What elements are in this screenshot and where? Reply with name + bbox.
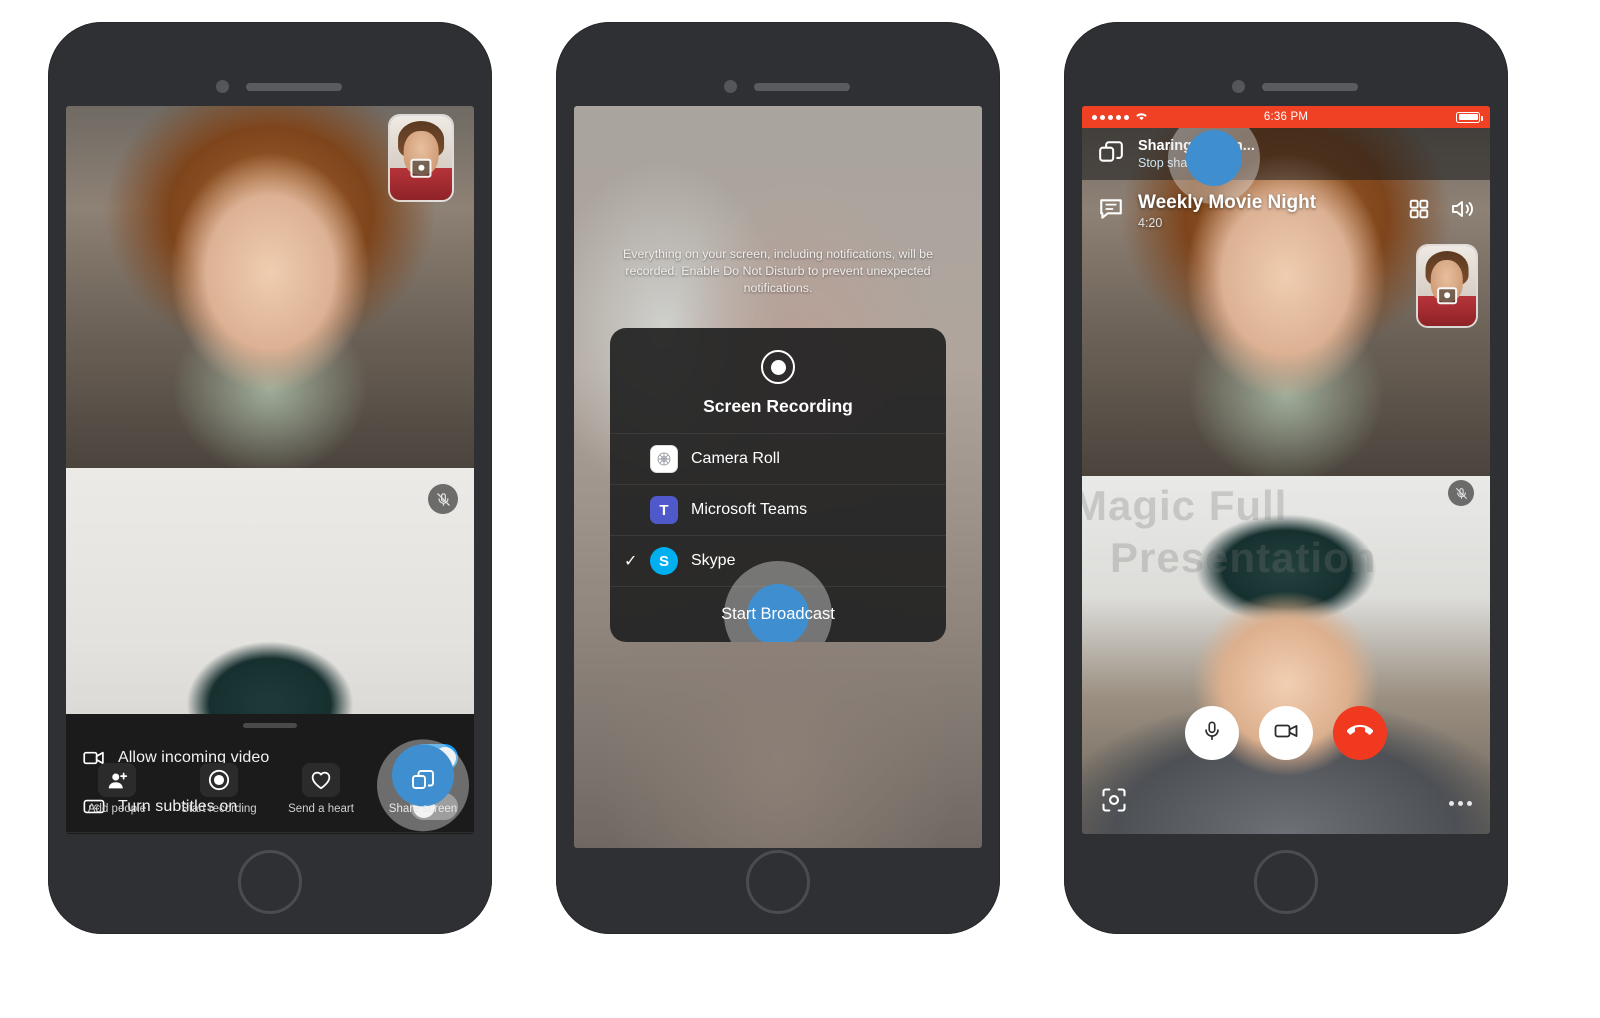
phone3-screen: 6:36 PM Magic Full Presentation Sharing … [1082,106,1490,834]
teams-glyph: T [659,501,669,519]
front-camera-dot [1232,80,1245,93]
local-video-man[interactable]: Magic Full Presentation [1082,476,1490,834]
list-item-microsoft-teams[interactable]: T Microsoft Teams [610,484,946,535]
action-label: Share screen [388,803,458,815]
tap-indicator [1186,130,1242,186]
start-broadcast-label: Start Broadcast [721,605,835,623]
app-name: Microsoft Teams [691,501,808,518]
share-screen-icon [404,763,442,797]
chat-bubble-icon[interactable] [1098,197,1124,226]
end-call-icon [1346,718,1374,749]
home-button[interactable] [746,850,810,914]
screen-recording-sheet: Screen Recording Camera Roll T Microsoft… [610,328,946,642]
battery-full-icon [1456,111,1483,123]
video-camera-icon [1274,722,1298,745]
camera-focus-icon[interactable] [1100,786,1128,814]
action-add-people[interactable]: Add people [66,744,168,834]
call-timer: 4:20 [1138,216,1163,230]
phone-mockup-call-options: Allow incoming video CC Turn subtitles o… [48,22,492,934]
watermark-line-2: Presentation [1110,534,1377,581]
speaker-icon[interactable] [1450,198,1474,225]
sharing-screen-banner[interactable]: Sharing screen... Stop sharing [1082,112,1490,204]
call-header: Weekly Movie Night 4:20 [1082,180,1490,242]
call-title: Weekly Movie Night [1138,192,1317,213]
start-broadcast-button[interactable]: Start Broadcast [610,560,946,642]
watermark-line-1: Magic Full [1082,482,1288,529]
screenshot-stage: Allow incoming video CC Turn subtitles o… [0,0,1600,1018]
video-button[interactable] [1259,706,1313,760]
home-button[interactable] [238,850,302,914]
local-video-man[interactable] [66,468,474,714]
front-camera-dot [724,80,737,93]
ios-status-bar: 6:36 PM [1082,106,1490,128]
remote-video-woman[interactable] [66,106,474,468]
phone1-screen: Allow incoming video CC Turn subtitles o… [66,106,474,834]
action-share-screen[interactable]: Share screen [372,739,474,834]
record-circle-icon [761,350,795,384]
selected-checkmark: ✓ [624,553,638,570]
sheet-title: Screen Recording [703,396,853,416]
skype-glyph: S [658,552,669,570]
action-label: Start recording [181,803,257,815]
phone-mockup-broadcast-picker: Everything on your screen, including not… [556,22,1000,934]
earpiece-speaker [246,83,342,91]
camera-flip-icon[interactable] [1437,286,1457,305]
mic-muted-icon [1448,480,1474,506]
call-control-buttons [1082,706,1490,760]
list-item-camera-roll[interactable]: Camera Roll [610,433,946,484]
microphone-button[interactable] [1185,706,1239,760]
end-call-button[interactable] [1333,706,1387,760]
microsoft-teams-icon: T [650,496,678,524]
skype-icon: S [650,547,678,575]
more-options-icon[interactable] [1449,801,1472,806]
recording-notice: Everything on your screen, including not… [623,247,933,295]
call-options-sheet: Allow incoming video CC Turn subtitles o… [66,714,474,834]
phone2-screen: Everything on your screen, including not… [574,106,982,848]
record-circle-icon [200,763,238,797]
share-screen-icon [1098,140,1124,169]
microphone-icon [1201,720,1223,747]
action-label: Send a heart [288,803,354,815]
camera-flip-icon[interactable] [410,158,432,178]
sheet-grabber[interactable] [243,723,297,728]
app-name: Camera Roll [691,450,780,467]
mic-muted-icon [428,484,458,514]
home-button[interactable] [1254,850,1318,914]
action-send-a-heart[interactable]: Send a heart [270,744,372,834]
front-camera-dot [216,80,229,93]
sheet-header: Screen Recording [610,328,946,433]
camera-roll-icon [650,445,678,473]
heart-icon [302,763,340,797]
self-video-pip[interactable] [390,116,452,200]
earpiece-speaker [1262,83,1358,91]
action-label: Add people [87,803,147,815]
earpiece-speaker [754,83,850,91]
action-start-recording[interactable]: Start recording [168,744,270,834]
call-action-bar: Add people Start recording Send a heart … [66,739,474,834]
phone-mockup-sharing-screen: 6:36 PM Magic Full Presentation Sharing … [1064,22,1508,934]
add-person-icon [98,763,136,797]
app-name: Skype [691,552,736,569]
grid-view-icon[interactable] [1408,198,1430,225]
self-video-pip[interactable] [1418,246,1476,326]
status-time: 6:36 PM [1263,111,1309,123]
